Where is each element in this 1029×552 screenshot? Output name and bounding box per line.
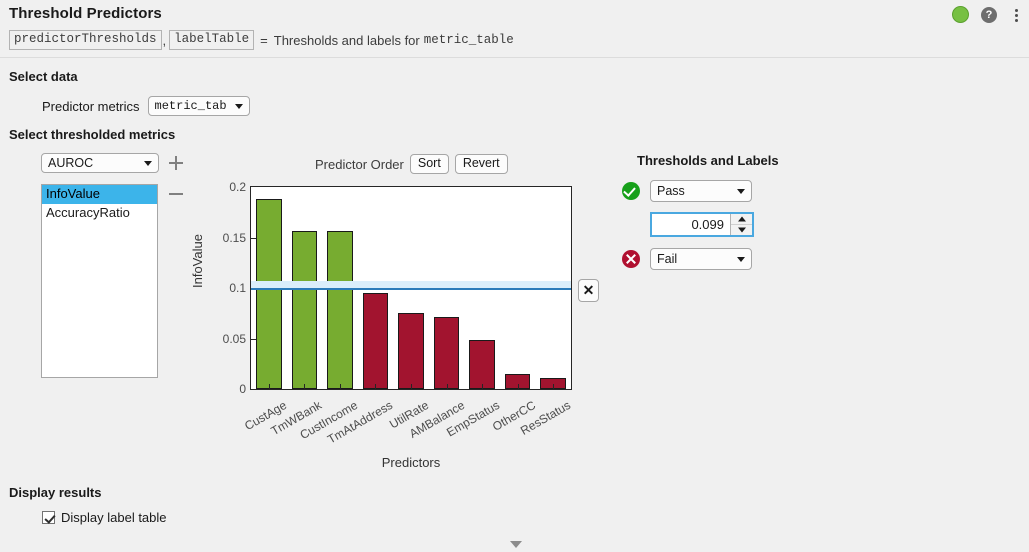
chart-x-tick-mark xyxy=(517,384,519,389)
chart-y-tick-label: 0.2 xyxy=(229,180,246,194)
chart-y-tick-label: 0.1 xyxy=(229,281,246,295)
chart-bar[interactable] xyxy=(362,292,389,389)
pass-label-dropdown[interactable]: Pass xyxy=(650,180,752,202)
chevron-down-icon xyxy=(737,256,745,262)
predictor-metrics-dropdown-value: metric_table xyxy=(154,99,227,113)
chart-y-tick-label: 0.05 xyxy=(222,331,246,346)
output-variable-label-table[interactable]: labelTable xyxy=(169,30,255,50)
fail-label-dropdown-value: Fail xyxy=(657,252,678,266)
summary-equals: = xyxy=(260,32,268,48)
header-icon-group: ? xyxy=(952,6,1023,23)
list-item[interactable]: AccuracyRatio xyxy=(42,204,157,223)
plus-icon xyxy=(169,155,183,171)
spinner-decrement-button[interactable] xyxy=(731,225,752,235)
chart-plot-area[interactable]: 0 0.05 0.1 0.15 0.2 xyxy=(223,180,572,396)
section-heading-display-results: Display results xyxy=(9,485,102,500)
display-label-table-checkbox[interactable] xyxy=(42,511,55,524)
chart-x-tick-mark xyxy=(553,384,555,389)
metric-selector-dropdown[interactable]: AUROC xyxy=(41,153,159,173)
display-label-table-row: Display label table xyxy=(42,510,167,525)
threshold-line[interactable] xyxy=(251,288,571,290)
spinner-button-group xyxy=(730,214,752,235)
section-heading-select-data: Select data xyxy=(9,69,78,84)
status-indicator-icon xyxy=(952,6,969,23)
chevron-down-icon[interactable] xyxy=(510,541,522,548)
fail-label-row: Fail xyxy=(622,248,752,270)
chevron-down-icon xyxy=(737,188,745,194)
predictor-chart-panel: Predictor Order Sort Revert InfoValue 00… xyxy=(190,150,586,480)
chart-x-tick-mark xyxy=(482,384,484,389)
chart-x-tick-mark xyxy=(446,384,448,389)
chart-y-axis-label: InfoValue xyxy=(190,234,205,288)
chart-x-axis-label: Predictors xyxy=(381,455,441,470)
chevron-down-icon xyxy=(144,160,152,166)
chart-x-tick-mark xyxy=(339,384,341,389)
task-header: Threshold Predictors predictorThresholds… xyxy=(0,0,1029,58)
sort-button[interactable]: Sort xyxy=(409,154,449,174)
pass-label-row: Pass xyxy=(622,180,752,202)
display-label-table-label: Display label table xyxy=(61,510,167,525)
predictor-order-label: Predictor Order xyxy=(315,156,404,172)
chart-x-tick-mark xyxy=(268,384,270,389)
chart-bar[interactable] xyxy=(433,317,460,389)
chevron-down-icon xyxy=(234,103,243,109)
summary-description: Thresholds and labels for xyxy=(273,32,420,48)
section-heading-select-thresholded-metrics: Select thresholded metrics xyxy=(9,127,176,142)
help-icon[interactable]: ? xyxy=(981,6,997,23)
remove-metric-button[interactable] xyxy=(169,186,183,202)
list-item[interactable]: InfoValue xyxy=(42,185,157,204)
summary-input-variable: metric_table xyxy=(423,33,514,47)
task-summary-line: predictorThresholds , labelTable = Thres… xyxy=(9,30,514,50)
chart-bar[interactable] xyxy=(291,230,318,389)
chart-bar[interactable] xyxy=(327,231,353,389)
output-variable-predictor-thresholds[interactable]: predictorThresholds xyxy=(9,30,162,50)
selected-metrics-listbox[interactable]: InfoValue AccuracyRatio xyxy=(41,184,158,378)
check-circle-icon xyxy=(622,182,640,200)
predictor-metrics-label: Predictor metrics xyxy=(42,98,140,114)
thresholds-and-labels-title: Thresholds and Labels xyxy=(637,153,779,168)
predictor-metrics-row: Predictor metrics metric_table xyxy=(42,96,250,116)
kebab-menu-icon[interactable] xyxy=(1009,7,1023,23)
chart-bar[interactable] xyxy=(469,340,495,389)
predictor-metrics-dropdown[interactable]: metric_table xyxy=(147,96,250,116)
fail-label-dropdown[interactable]: Fail xyxy=(650,248,752,270)
metric-selector-dropdown-value: AUROC xyxy=(48,156,94,170)
pass-label-dropdown-value: Pass xyxy=(657,184,685,198)
threshold-value-spinner[interactable]: 0.099 xyxy=(650,212,754,237)
chart-x-tick-mark xyxy=(411,384,412,389)
page-title: Threshold Predictors xyxy=(9,5,162,22)
chart-x-tick-mark xyxy=(304,384,306,389)
chart-bar[interactable] xyxy=(255,198,282,389)
chart-y-tick-label: 0 xyxy=(239,382,246,396)
chart-y-tick-label: 0.15 xyxy=(222,230,246,245)
chart-x-tick-mark xyxy=(375,384,377,389)
revert-button[interactable]: Revert xyxy=(454,154,508,174)
x-circle-icon xyxy=(622,250,640,268)
delete-threshold-button[interactable]: ✕ xyxy=(578,279,599,302)
spinner-increment-button[interactable] xyxy=(731,214,752,225)
predictor-order-controls: Predictor Order Sort Revert xyxy=(315,154,508,174)
threshold-value-input[interactable]: 0.099 xyxy=(652,214,730,235)
chart-bar[interactable] xyxy=(398,313,424,389)
summary-comma: , xyxy=(162,32,167,48)
add-metric-button[interactable] xyxy=(169,155,183,171)
minus-icon xyxy=(169,186,183,202)
